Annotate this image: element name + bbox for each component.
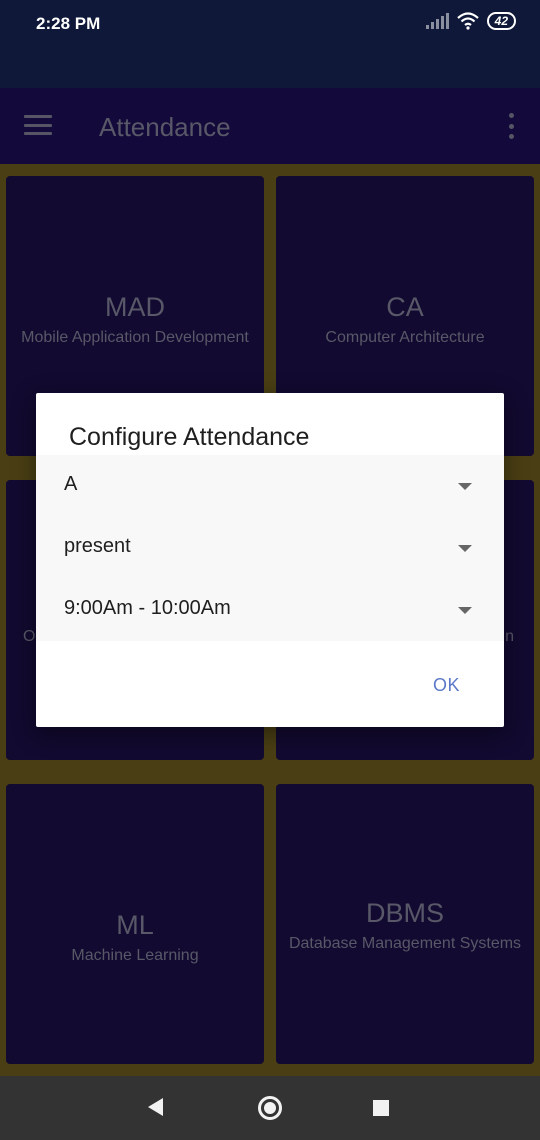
status-icons: 42 (425, 12, 516, 30)
division-spinner[interactable]: A (36, 455, 504, 517)
signal-icon (425, 13, 449, 29)
dropdown-arrow-icon (458, 545, 472, 552)
status-time: 2:28 PM (36, 14, 101, 33)
status-bar: 2:28 PM 42 (0, 0, 540, 88)
recent-apps-icon[interactable] (373, 1100, 389, 1116)
app-bar: Attendance (0, 88, 540, 164)
subject-name: Mobile Application Development (21, 329, 249, 346)
division-value: A (64, 473, 78, 495)
battery-icon: 42 (486, 12, 516, 30)
ok-button[interactable]: OK (433, 675, 460, 696)
configure-attendance-dialog: Configure Attendance A present 9:00Am - … (36, 393, 504, 727)
dropdown-arrow-icon (458, 483, 472, 490)
status-value: present (64, 535, 131, 557)
time-slot-value: 9:00Am - 10:00Am (64, 597, 231, 619)
subject-name: Computer Architecture (325, 329, 485, 346)
more-options-icon[interactable] (508, 113, 514, 139)
app-title: Attendance (99, 112, 231, 142)
status-spinner[interactable]: present (36, 517, 504, 579)
subject-name: n (505, 628, 514, 645)
subject-code: ML (116, 910, 154, 940)
dialog-title: Configure Attendance (69, 423, 310, 451)
subject-card-ml[interactable]: ML Machine Learning (6, 784, 264, 1064)
system-nav-bar (0, 1076, 540, 1140)
subject-name: Machine Learning (71, 947, 199, 964)
dropdown-arrow-icon (458, 607, 472, 614)
back-icon[interactable] (148, 1098, 163, 1116)
subject-code: MAD (105, 292, 165, 322)
menu-icon[interactable] (24, 115, 52, 135)
wifi-icon (456, 12, 479, 30)
dialog-body: A present 9:00Am - 10:00Am (36, 455, 504, 641)
home-icon[interactable] (258, 1096, 282, 1120)
subject-code: DBMS (365, 898, 444, 928)
subject-card-dbms[interactable]: DBMS Database Management Systems (276, 784, 534, 1064)
subject-name: Database Management Systems (288, 935, 522, 952)
time-slot-spinner[interactable]: 9:00Am - 10:00Am (36, 579, 504, 641)
subject-code: O (23, 628, 36, 645)
subject-code: CA (386, 292, 424, 322)
